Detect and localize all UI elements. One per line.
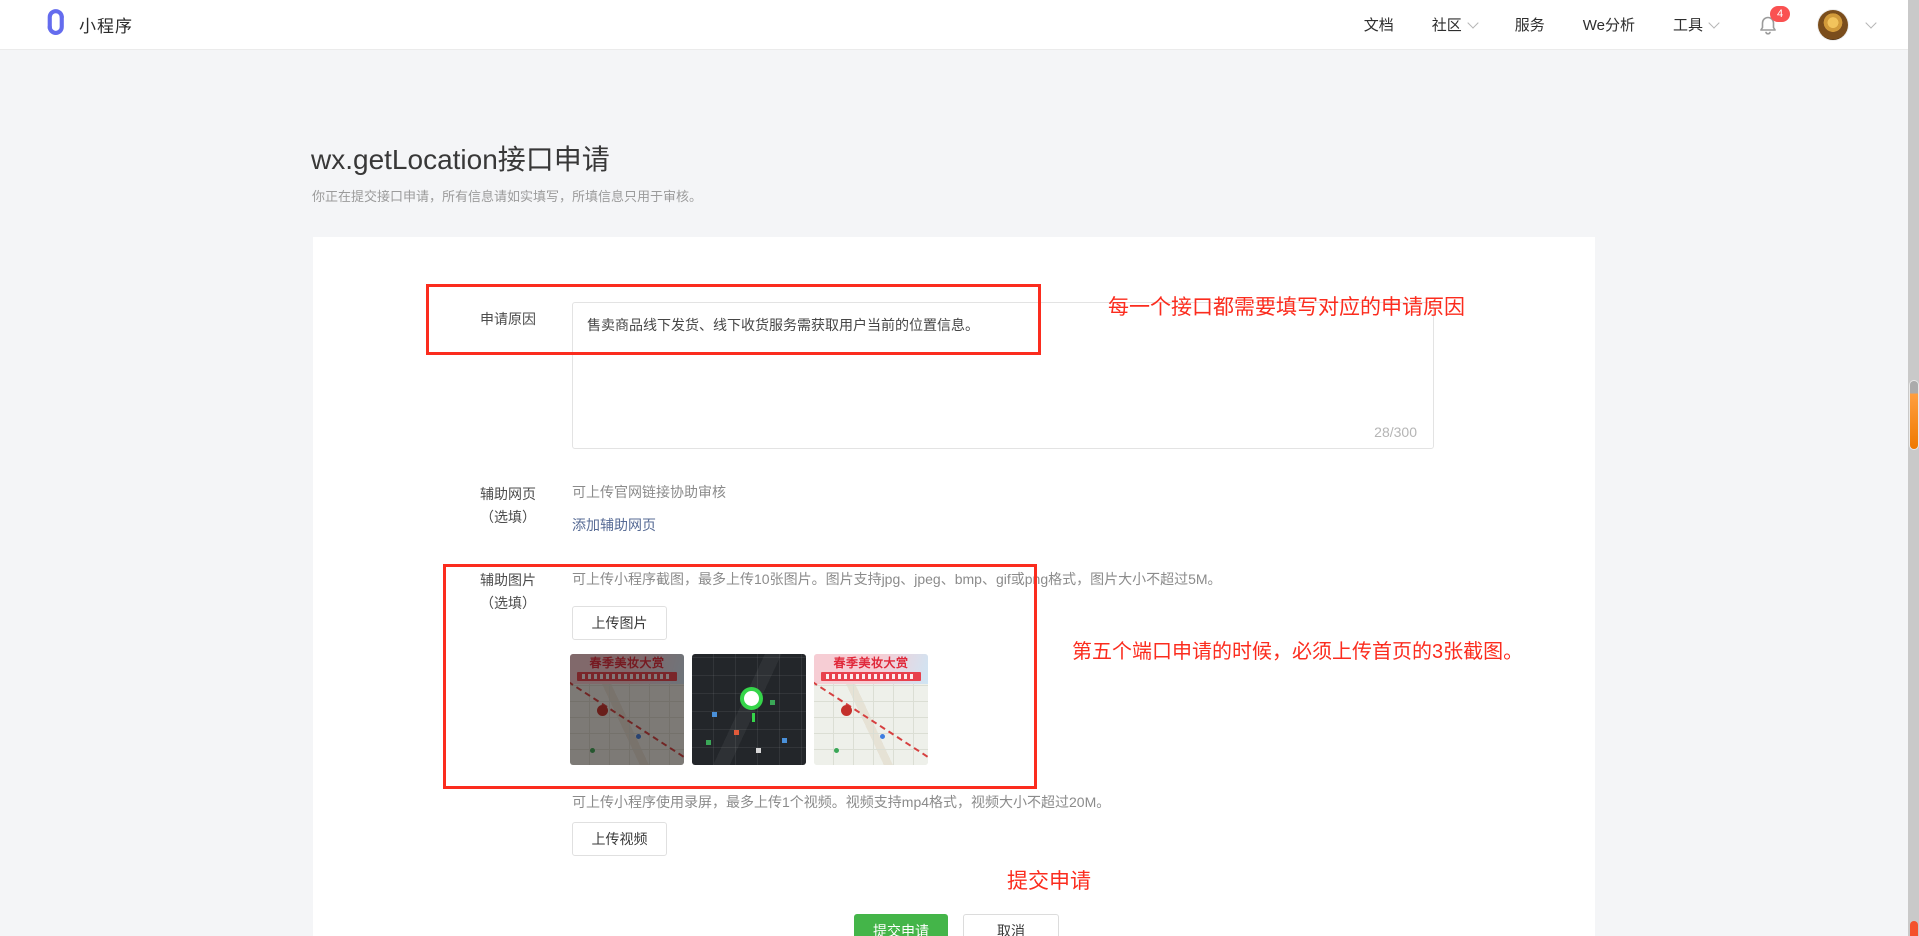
screen: 小程序 文档 社区 服务 We分析 工具 4 <box>0 0 1919 936</box>
top-navbar: 小程序 文档 社区 服务 We分析 工具 4 <box>0 0 1919 50</box>
brand[interactable]: 小程序 <box>40 7 133 42</box>
upload-video-button[interactable]: 上传视频 <box>572 822 667 856</box>
nav-item-tools[interactable]: 工具 <box>1673 14 1718 35</box>
account-menu[interactable] <box>1818 10 1875 40</box>
nav-item-weanalytics[interactable]: We分析 <box>1583 14 1635 35</box>
web-helper-text: 可上传官网链接协助审核 <box>572 482 726 502</box>
chevron-down-icon <box>1708 17 1719 28</box>
annotation-reason-note: 每一个接口都需要填写对应的申请原因 <box>1108 291 1465 321</box>
scrollbar-track[interactable] <box>1908 0 1919 936</box>
scrollbar-thumb[interactable] <box>1910 381 1918 449</box>
nav-item-community[interactable]: 社区 <box>1432 14 1477 35</box>
nav-item-label: 服务 <box>1515 14 1545 35</box>
chevron-down-icon <box>1467 17 1478 28</box>
annotation-box-images <box>443 564 1037 789</box>
annotation-box-reason <box>426 284 1041 355</box>
scrollbar-bottom-marker <box>1910 921 1918 936</box>
add-web-link[interactable]: 添加辅助网页 <box>572 515 656 535</box>
miniprogram-logo-icon <box>40 7 70 42</box>
nav-item-services[interactable]: 服务 <box>1515 14 1545 35</box>
avatar <box>1818 10 1848 40</box>
page-title: wx.getLocation接口申请 <box>311 138 610 178</box>
nav-item-docs[interactable]: 文档 <box>1364 14 1394 35</box>
nav-item-label: 工具 <box>1673 14 1703 35</box>
logo-text: 小程序 <box>79 12 133 37</box>
bell-icon <box>1756 24 1780 41</box>
nav-item-label: We分析 <box>1583 14 1635 35</box>
char-counter: 28/300 <box>1374 424 1417 440</box>
video-helper-text: 可上传小程序使用录屏，最多上传1个视频。视频支持mp4格式，视频大小不超过20M… <box>572 792 1110 812</box>
cancel-button[interactable]: 取消 <box>963 914 1059 936</box>
chevron-down-icon <box>1865 17 1876 28</box>
submit-button[interactable]: 提交申请 <box>854 914 948 936</box>
nav-item-label: 社区 <box>1432 14 1462 35</box>
page-subtitle: 你正在提交接口申请，所有信息请如实填写，所填信息只用于审核。 <box>312 186 702 205</box>
primary-nav: 文档 社区 服务 We分析 工具 4 <box>1364 10 1875 40</box>
notifications-button[interactable]: 4 <box>1756 13 1780 37</box>
nav-item-label: 文档 <box>1364 14 1394 35</box>
annotation-images-note: 第五个端口申请的时候，必须上传首页的3张截图。 <box>1072 635 1523 664</box>
web-label-line1: 辅助网页 <box>420 483 536 506</box>
annotation-submit-note: 提交申请 <box>1007 865 1091 895</box>
web-label-line2: （选填） <box>420 506 536 529</box>
notification-badge: 4 <box>1770 6 1790 22</box>
web-label: 辅助网页 （选填） <box>420 483 536 529</box>
